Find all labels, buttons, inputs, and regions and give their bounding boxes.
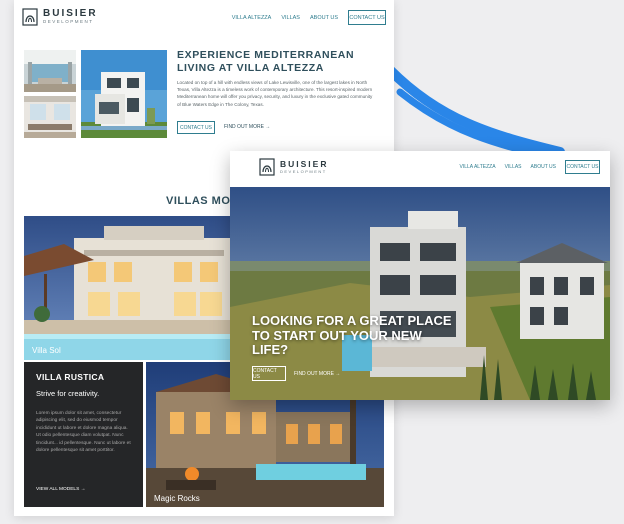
top-nav: BUISIER DEVELOPMENT VILLA ALTEZZA VILLAS… [14,0,394,36]
contact-us-button[interactable]: CONTACT US [565,160,600,174]
nav-link-villas[interactable]: VILLAS [281,15,300,21]
feature-contact-button[interactable]: CONTACT US [177,121,215,134]
feature-find-out-more-link[interactable]: FIND OUT MORE → [224,124,270,130]
nav-link-villas[interactable]: VILLAS [505,164,522,170]
gallery-thumb-interior[interactable] [24,96,76,138]
hero-aerial-villa-image [230,187,610,400]
feature-title: EXPERIENCE MEDITERRANEAN LIVING AT VILLA… [177,49,355,74]
logo-name: BUISIER [43,8,98,20]
nav-link-villa-altezza[interactable]: VILLA ALTEZZA [460,164,496,170]
website-preview-front: BUISIER DEVELOPMENT VILLA ALTEZZA VILLAS… [230,151,610,400]
villa-rustica-tagline: Strive for creativity. [36,389,100,398]
hero-contact-us-button[interactable]: CONTACT US [252,366,286,381]
villa-rustica-description: Lorem ipsum dolor sit amet, consectetur … [36,411,131,454]
gallery-hero-villa-altezza[interactable] [81,50,167,138]
magic-rocks-label: Magic Rocks [154,494,200,503]
logo-mark-icon [259,158,275,176]
front-top-nav: BUISIER DEVELOPMENT VILLA ALTEZZA VILLAS… [230,151,610,187]
logo-name: BUISIER [280,159,329,170]
hero-banner: LOOKING FOR A GREAT PLACE TO START OUT Y… [230,187,610,400]
hero-find-out-more-link[interactable]: FIND OUT MORE → [294,371,340,377]
villa-sol-label: Villa Sol [32,346,61,355]
nav-link-villa-altezza[interactable]: VILLA ALTEZZA [232,15,272,21]
nav-link-about-us[interactable]: ABOUT US [531,164,556,170]
front-brand-logo[interactable]: BUISIER DEVELOPMENT [259,158,328,176]
logo-subtitle: DEVELOPMENT [43,19,94,25]
feature-description: Located on top of a hill with endless vi… [177,80,373,107]
gallery-thumb-terrace[interactable] [24,50,76,92]
villa-sol-card[interactable] [24,216,242,360]
contact-us-button[interactable]: CONTACT US [348,10,386,25]
villa-rustica-panel: VILLA RUSTICA Strive for creativity. Lor… [24,362,143,507]
brand-logo[interactable]: BUISIER DEVELOPMENT [22,8,98,26]
villa-rustica-title: VILLA RUSTICA [36,372,105,382]
hero-headline: LOOKING FOR A GREAT PLACE TO START OUT Y… [252,313,452,357]
logo-subtitle: DEVELOPMENT [280,168,327,174]
nav-link-about-us[interactable]: ABOUT US [310,15,338,21]
logo-mark-icon [22,8,38,26]
view-all-models-link[interactable]: VIEW ALL MODELS → [36,487,85,492]
